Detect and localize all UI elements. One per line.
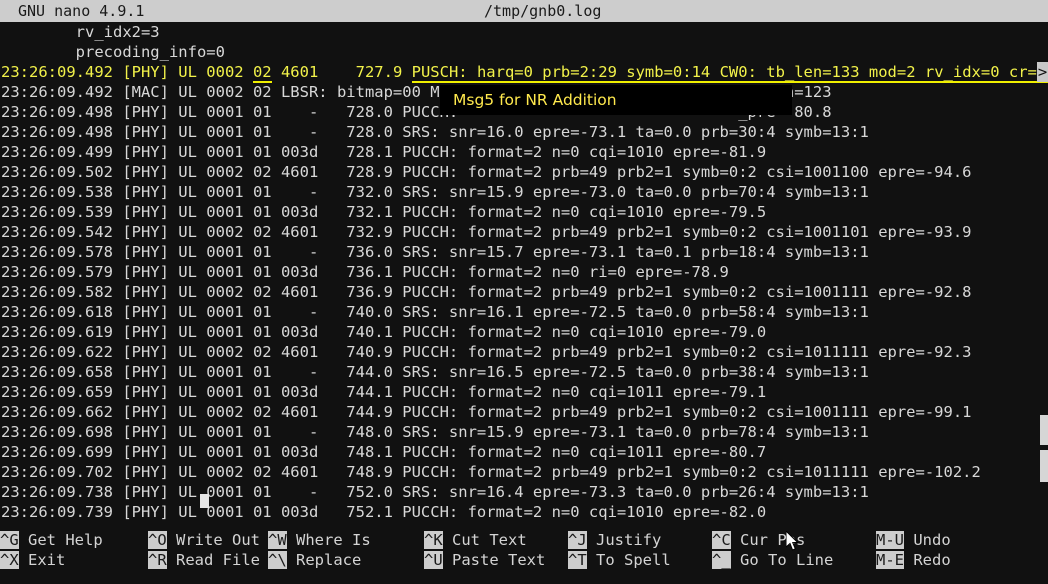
- titlebar: GNU nano 4.9.1 /tmp/gnb0.log: [0, 0, 1048, 22]
- underlined-ue-id: 02: [252, 63, 272, 83]
- log-line-text: 23:26:09.499 [PHY] UL 0001 01 003d 728.1…: [1, 143, 767, 161]
- log-line[interactable]: 23:26:09.618 [PHY] UL 0001 01 - 740.0 SR…: [0, 302, 1048, 322]
- shortcut-key: ^C: [712, 531, 731, 549]
- shortcut-key: ^T: [568, 551, 587, 569]
- log-line[interactable]: 23:26:09.738 [PHY] UL 0001 01 - 752.0 SR…: [0, 482, 1048, 502]
- shortcut-key: ^J: [568, 531, 587, 549]
- log-line-text: 23:26:09.619 [PHY] UL 0001 01 003d 740.1…: [1, 323, 767, 341]
- log-line-text: 23:26:09.699 [PHY] UL 0001 01 003d 748.1…: [1, 443, 767, 461]
- shortcut-label: Read File: [166, 551, 260, 569]
- shortcut-label: Cur Pos: [730, 531, 806, 549]
- log-line[interactable]: rv_idx2=3: [0, 22, 1048, 42]
- log-line-text: 23:26:09.618 [PHY] UL 0001 01 - 740.0 SR…: [1, 303, 869, 321]
- shortcut-column: M-U Undo M-E Redo: [876, 530, 1048, 584]
- underlined-pusch-detail: PUSCH: harq=0 prb=2:29 symb=0:14 CW0: tb…: [411, 63, 1048, 83]
- shortcut-key: ^W: [268, 531, 287, 549]
- tooltip-text: Msg5 for NR Addition: [453, 91, 617, 109]
- log-line[interactable]: 23:26:09.699 [PHY] UL 0001 01 003d 748.1…: [0, 442, 1048, 462]
- shortcut-key: ^_: [712, 551, 731, 569]
- shortcut-label: Cut Text: [442, 531, 527, 549]
- log-line[interactable]: 23:26:09.658 [PHY] UL 0001 01 - 744.0 SR…: [0, 362, 1048, 382]
- log-line[interactable]: 23:26:09.502 [PHY] UL 0002 02 4601 728.9…: [0, 162, 1048, 182]
- shortcut-label: Justify: [586, 531, 662, 549]
- log-line-text: 23:26:09.538 [PHY] UL 0001 01 - 732.0 SR…: [1, 183, 869, 201]
- shortcut-key: ^R: [148, 551, 167, 569]
- nano-editor-window: GNU nano 4.9.1 /tmp/gnb0.log rv_idx2=3 p…: [0, 0, 1048, 584]
- shortcut-key: M-E: [876, 551, 904, 569]
- shortcut-label: Undo: [904, 531, 951, 549]
- log-line-text: 23:26:09.658 [PHY] UL 0001 01 - 744.0 SR…: [1, 363, 869, 381]
- log-line[interactable]: 23:26:09.662 [PHY] UL 0002 02 4601 744.9…: [0, 402, 1048, 422]
- shortcut-label: Get Help: [18, 531, 103, 549]
- line-continuation-marker: >: [1037, 62, 1048, 82]
- log-line-text: precoding_info=0: [1, 43, 225, 61]
- log-line[interactable]: 23:26:09.619 [PHY] UL 0001 01 003d 740.1…: [0, 322, 1048, 342]
- log-line[interactable]: 23:26:09.499 [PHY] UL 0001 01 003d 728.1…: [0, 142, 1048, 162]
- shortcut-label: Exit: [18, 551, 66, 569]
- shortcut-key: ^O: [148, 531, 167, 549]
- shortcut-key: ^\: [268, 551, 287, 569]
- log-line-text: 23:26:09.738 [PHY] UL 0001 01 - 752.0 SR…: [1, 483, 869, 501]
- log-line-text: rv_idx2=3: [1, 23, 160, 41]
- log-line[interactable]: 23:26:09.498 [PHY] UL 0001 01 - 728.0 SR…: [0, 122, 1048, 142]
- shortcut-key: ^X: [0, 551, 19, 569]
- shortcut-label: To Spell: [586, 551, 671, 569]
- log-line-text: 23:26:09.498 [PHY] UL 0001 01 - 728.0 SR…: [1, 123, 869, 141]
- log-line-text: 23:26:09.579 [PHY] UL 0001 01 003d 736.1…: [1, 263, 729, 281]
- shortcut-label: Where Is: [286, 531, 371, 549]
- log-line[interactable]: 23:26:09.539 [PHY] UL 0001 01 003d 732.1…: [0, 202, 1048, 222]
- log-line-text: 23:26:09.698 [PHY] UL 0001 01 - 748.0 SR…: [1, 423, 869, 441]
- annotation-tooltip: Msg5 for NR Addition: [440, 85, 792, 115]
- log-line-text: 23:26:09.502 [PHY] UL 0002 02 4601 728.9…: [1, 163, 972, 181]
- shortcut-key: ^G: [0, 531, 19, 549]
- log-line[interactable]: 23:26:09.579 [PHY] UL 0001 01 003d 736.1…: [0, 262, 1048, 282]
- shortcut-key: ^K: [424, 531, 443, 549]
- shortcut-label: Replace: [286, 551, 362, 569]
- scrollbar-thumb-lower[interactable]: [1040, 450, 1048, 482]
- log-line[interactable]: 23:26:09.622 [PHY] UL 0002 02 4601 740.9…: [0, 342, 1048, 362]
- shortcut-label: Redo: [904, 551, 951, 569]
- app-version-label: GNU nano 4.9.1: [18, 2, 145, 20]
- shortcut-undo[interactable]: M-U Undo: [876, 530, 1048, 550]
- log-line[interactable]: 23:26:09.492 [PHY] UL 0002 02 4601 727.9…: [0, 62, 1048, 83]
- log-line-text: 23:26:09.542 [PHY] UL 0002 02 4601 732.9…: [1, 223, 972, 241]
- log-line[interactable]: 23:26:09.698 [PHY] UL 0001 01 - 748.0 SR…: [0, 422, 1048, 442]
- log-line-text: 23:26:09.662 [PHY] UL 0002 02 4601 744.9…: [1, 403, 972, 421]
- log-line-text: 23:26:09.539 [PHY] UL 0001 01 003d 732.1…: [1, 203, 767, 221]
- log-line-text: 23:26:09.739 [PHY] UL 0001 01 003d 752.1…: [1, 503, 767, 521]
- shortcut-key: M-U: [876, 531, 904, 549]
- log-line-text: 23:26:09.702 [PHY] UL 0002 02 4601 748.9…: [1, 463, 981, 481]
- shortcut-key-bar: ^G Get Help ^X Exit ^O Write Out ^R Read Fi…: [0, 530, 1048, 584]
- log-line[interactable]: 23:26:09.702 [PHY] UL 0002 02 4601 748.9…: [0, 462, 1048, 482]
- log-line[interactable]: 23:26:09.578 [PHY] UL 0001 01 - 736.0 SR…: [0, 242, 1048, 262]
- log-line-text: 23:26:09.659 [PHY] UL 0001 01 003d 744.1…: [1, 383, 767, 401]
- shortcut-key: ^U: [424, 551, 443, 569]
- log-line[interactable]: 23:26:09.582 [PHY] UL 0002 02 4601 736.9…: [0, 282, 1048, 302]
- shortcut-redo[interactable]: M-E Redo: [876, 550, 1048, 570]
- filename-label: /tmp/gnb0.log: [484, 2, 602, 20]
- log-line[interactable]: 23:26:09.542 [PHY] UL 0002 02 4601 732.9…: [0, 222, 1048, 242]
- shortcut-label: Write Out: [166, 531, 260, 549]
- log-line[interactable]: 23:26:09.659 [PHY] UL 0001 01 003d 744.1…: [0, 382, 1048, 402]
- log-line-prefix: 23:26:09.492 [PHY] UL 0002: [1, 63, 253, 81]
- shortcut-label: Paste Text: [442, 551, 546, 569]
- log-line-text: 23:26:09.578 [PHY] UL 0001 01 - 736.0 SR…: [1, 243, 869, 261]
- log-line[interactable]: 23:26:09.739 [PHY] UL 0001 01 003d 752.1…: [0, 502, 1048, 522]
- log-line-middle: 4601 727.9: [271, 63, 412, 81]
- shortcut-label: Go To Line: [730, 551, 834, 569]
- log-line-text: 23:26:09.622 [PHY] UL 0002 02 4601 740.9…: [1, 343, 972, 361]
- scrollbar-thumb-upper[interactable]: [1040, 415, 1048, 445]
- log-line[interactable]: precoding_info=0: [0, 42, 1048, 62]
- text-cursor: [200, 494, 209, 508]
- log-line-text: 23:26:09.582 [PHY] UL 0002 02 4601 736.9…: [1, 283, 972, 301]
- log-line[interactable]: 23:26:09.538 [PHY] UL 0001 01 - 732.0 SR…: [0, 182, 1048, 202]
